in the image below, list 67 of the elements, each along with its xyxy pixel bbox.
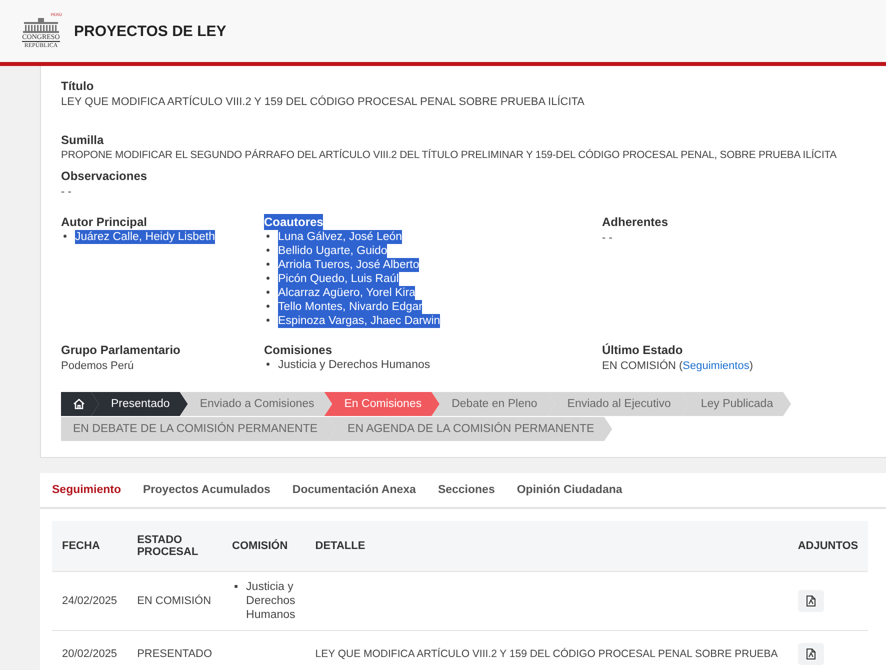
pdf-button[interactable] — [798, 643, 824, 665]
field-value: LEY QUE MODIFICA ARTÍCULO VIII.2 Y 159 DEL CÓDIGO PROCESAL PENAL SOBRE PRUEBA ILÍCITA — [61, 94, 586, 110]
field-value: PROPONE MODIFICAR EL SEGUNDO PÁRRAFO DEL ARTÍCULO VIII.2 DEL TÍTULO PRELIMINAR Y 159-DEL CÓDIGO PROCESAL PENAL, SOBRE PRUEBA ILÍCITA — [61, 148, 838, 163]
status-value: EN COMISIÓN (Seguimientos) — [602, 358, 754, 374]
home-icon — [73, 398, 85, 410]
field-label: Observaciones — [61, 168, 148, 184]
progress-step: EN DEBATE DE LA COMISIÓN PERMANENTE — [61, 417, 336, 441]
field-label: Grupo Parlamentario — [61, 342, 180, 358]
column-header: ADJUNTOS — [798, 540, 858, 552]
bullet: • — [266, 300, 272, 314]
table-cell: PRESENTADO — [137, 648, 212, 660]
bullet: • — [266, 286, 272, 300]
tab[interactable]: Secciones — [438, 484, 495, 496]
progress-step: Enviado a Comisiones — [180, 392, 332, 416]
bullet: • — [266, 230, 272, 244]
tab[interactable]: Seguimiento — [52, 484, 122, 496]
bullet: • — [266, 258, 272, 272]
pdf-icon — [806, 595, 816, 607]
table-cell: 24/02/2025 — [62, 595, 118, 607]
progress-step: En Comisiones — [324, 392, 440, 416]
tab[interactable]: Documentación Anexa — [292, 484, 416, 496]
field-label: Coautores — [264, 214, 324, 230]
field-label: Adherentes — [602, 214, 668, 230]
table-cell: LEY QUE MODIFICA ARTÍCULO VIII.2 Y 159 DEL CÓDIGO PROCESAL PENAL SOBRE PRUEBA — [315, 648, 778, 660]
field-value: - - — [602, 231, 614, 246]
person-name: Arriola Tueros, José Alberto — [278, 258, 420, 272]
progress-step: EN AGENDA DE LA COMISIÓN PERMANENTE — [328, 417, 612, 441]
table-cell: 20/02/2025 — [62, 648, 118, 660]
building-icon — [23, 17, 59, 33]
column-header: FECHA — [62, 540, 100, 552]
bullet: • — [266, 358, 272, 372]
person-name: Picón Quedo, Luis Raúl — [278, 272, 399, 286]
table-cell: EN COMISIÓN — [137, 595, 212, 607]
column-header: COMISIÓN — [232, 540, 288, 552]
field-label: Comisiones — [264, 342, 332, 358]
field-label: Título — [61, 78, 94, 94]
link[interactable]: Seguimientos — [682, 360, 750, 372]
progress-step: Ley Publicada — [680, 392, 792, 416]
progress-step: Debate en Pleno — [432, 392, 556, 416]
progress-step: Presentado — [91, 392, 188, 416]
field-value: - - — [61, 185, 72, 200]
pdf-button[interactable] — [798, 590, 824, 612]
person-name: Alcarraz Agüero, Yorel Kira — [278, 286, 416, 300]
tab[interactable]: Proyectos Acumulados — [143, 484, 270, 496]
bullet: • — [63, 230, 68, 244]
home-step[interactable] — [61, 392, 99, 416]
field-value: Podemos Perú — [61, 359, 135, 374]
bullet: ▪ — [234, 580, 240, 595]
person-name: Juárez Calle, Heidy Lisbeth — [75, 230, 215, 244]
pdf-icon — [806, 648, 816, 660]
bullet: • — [266, 244, 272, 258]
page-title: PROYECTOS DE LEY — [74, 22, 226, 40]
progress-step: Enviado al Ejecutivo — [547, 392, 689, 416]
bullet: • — [266, 272, 272, 286]
person-name: Bellido Ugarte, Guido — [278, 244, 388, 258]
table-cell: Justicia y Derechos Humanos — [246, 580, 296, 622]
person-name: Tello Montes, Nivardo Edgar — [278, 300, 422, 314]
column-header: ESTADO PROCESAL — [137, 534, 198, 558]
bullet: • — [266, 314, 272, 328]
tab[interactable]: Opinión Ciudadana — [516, 484, 622, 496]
person-name: Luna Gálvez, José León — [278, 230, 402, 244]
person-name: Justicia y Derechos Humanos — [278, 358, 430, 372]
field-label: Autor Principal — [61, 214, 148, 230]
column-header: DETALLE — [315, 540, 366, 552]
field-label: Sumilla — [61, 132, 104, 148]
person-name: Espinoza Vargas, Jhaec Darwin — [278, 314, 440, 328]
field-label: Último Estado — [602, 342, 683, 358]
